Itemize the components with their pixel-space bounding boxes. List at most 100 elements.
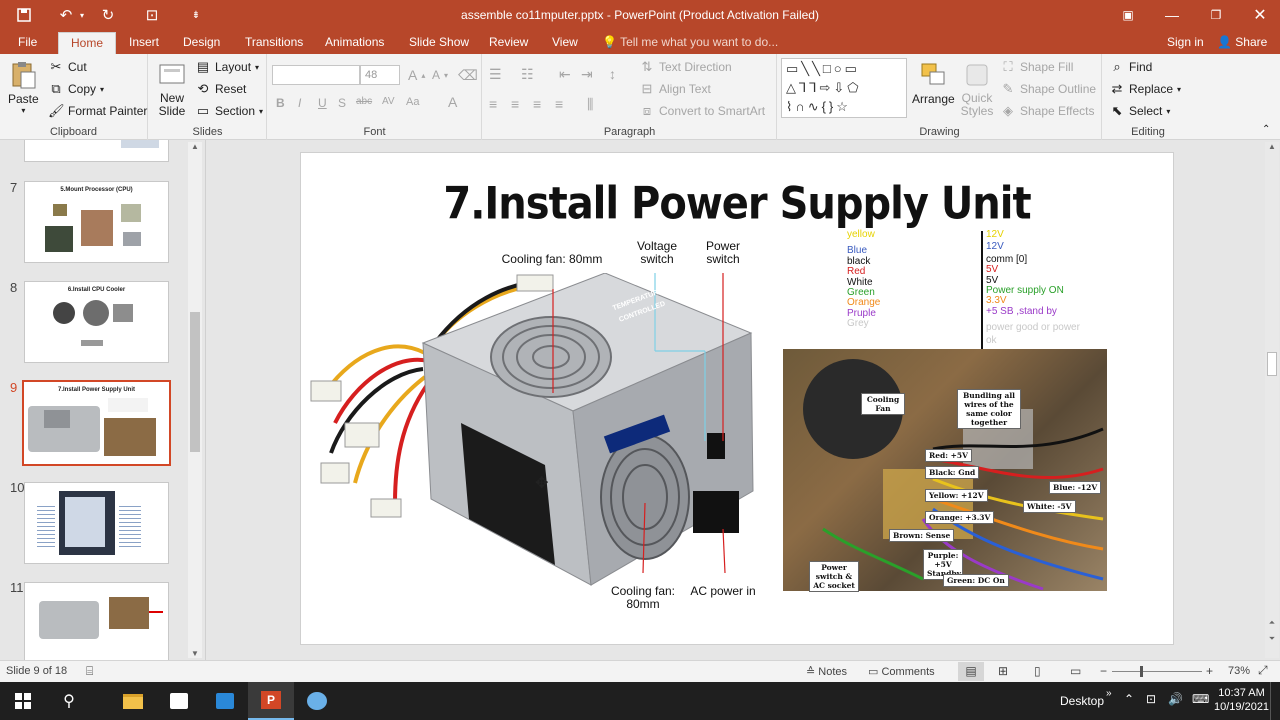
increase-font-size-icon[interactable]: A ▴ <box>408 67 425 83</box>
power-switch-label[interactable]: Power switch <box>699 240 747 266</box>
spell-check-icon[interactable]: ⌸ <box>86 664 93 679</box>
replace-button[interactable]: ⇄ Replace ▾ <box>1109 81 1182 97</box>
shape-outline-button[interactable]: ✎ Shape Outline <box>1000 81 1097 97</box>
slide-thumbnail-7[interactable]: 5.Mount Processor (CPU) <box>24 181 169 263</box>
scrollbar-thumb[interactable] <box>1267 352 1277 376</box>
slide-thumbnail-6[interactable] <box>24 140 169 162</box>
slide-thumbnail-11[interactable] <box>24 582 169 664</box>
tab-review[interactable]: Review <box>489 35 528 49</box>
decrease-indent-icon[interactable]: ⇤ <box>559 66 571 83</box>
slide-thumbnail-8[interactable]: 6.Install CPU Cooler <box>24 281 169 363</box>
zoom-slider-thumb[interactable] <box>1140 666 1143 677</box>
cooling-fan-bottom-label[interactable]: Cooling fan: 80mm <box>605 585 681 611</box>
quick-styles-button[interactable]: Quick Styles <box>960 60 994 118</box>
line-spacing-icon[interactable]: ↕ <box>609 66 616 82</box>
share-button[interactable]: 👤 Share <box>1217 35 1267 49</box>
slide-thumbnail-9-selected[interactable]: 7.Install Power Supply Unit <box>22 380 171 466</box>
slide-thumbnail-10[interactable] <box>24 482 169 564</box>
voltage-switch-label[interactable]: Voltage switch <box>631 240 683 266</box>
format-painter-button[interactable]: 🖌 Format Painter <box>48 103 147 119</box>
section-button[interactable]: ▭ Section ▾ <box>195 103 263 119</box>
cut-button[interactable]: ✂ Cut <box>48 59 87 75</box>
minimize-button[interactable]: — <box>1150 0 1194 30</box>
slideshow-view-icon[interactable]: ▭ <box>1070 664 1081 678</box>
align-text-button[interactable]: ⊟ Align Text <box>639 81 711 97</box>
new-slide-button[interactable]: New Slide <box>155 60 189 118</box>
fit-slide-icon[interactable]: ⤢ <box>1258 663 1268 678</box>
normal-view-icon[interactable]: ▤ <box>958 662 984 681</box>
zoom-in-icon[interactable]: + <box>1206 664 1213 678</box>
reset-button[interactable]: ⟲ Reset <box>195 81 247 97</box>
start-button[interactable] <box>0 682 46 720</box>
notes-button[interactable]: ≙ Notes <box>806 665 847 678</box>
increase-indent-icon[interactable]: ⇥ <box>581 66 593 83</box>
toolbar-expand-icon[interactable]: » <box>1106 688 1112 699</box>
tab-file[interactable]: File <box>18 35 37 49</box>
show-desktop-button[interactable] <box>1270 682 1274 720</box>
tab-animations[interactable]: Animations <box>325 35 384 49</box>
zoom-out-icon[interactable]: − <box>1100 664 1107 678</box>
tab-insert[interactable]: Insert <box>129 35 159 49</box>
previous-slide-icon[interactable]: ⏶ <box>1265 618 1279 628</box>
ac-power-in-label[interactable]: AC power in <box>685 585 761 598</box>
network-icon[interactable]: ⊡ <box>1146 692 1156 706</box>
file-explorer-icon[interactable] <box>110 682 156 720</box>
next-slide-icon[interactable]: ⏷ <box>1265 634 1279 644</box>
shape-effects-button[interactable]: ◈ Shape Effects <box>1000 103 1095 119</box>
tab-view[interactable]: View <box>552 35 578 49</box>
convert-smartart-button[interactable]: ⧈ Convert to SmartArt <box>639 103 765 119</box>
slide-scrollbar[interactable]: ▲ ⏶ ⏷ <box>1265 142 1279 658</box>
tab-design[interactable]: Design <box>183 35 220 49</box>
change-case-icon[interactable]: Aa <box>406 96 419 108</box>
search-icon[interactable]: ⚲ <box>46 682 92 720</box>
shape-fill-button[interactable]: ⛶ Shape Fill <box>1000 59 1073 75</box>
current-slide[interactable]: 7.Install Power Supply Unit TEMPERATURE … <box>300 152 1174 645</box>
zoom-slider[interactable] <box>1112 671 1202 672</box>
paint-icon[interactable] <box>294 682 340 720</box>
tab-transitions[interactable]: Transitions <box>245 35 303 49</box>
bullets-icon[interactable]: ☰ <box>489 66 502 83</box>
align-center-icon[interactable]: ≡ <box>511 96 519 112</box>
font-color-icon[interactable]: A <box>448 94 457 110</box>
select-button[interactable]: ⬉ Select ▾ <box>1109 103 1171 119</box>
scroll-up-icon[interactable]: ▲ <box>1265 142 1279 151</box>
slide-title[interactable]: 7.Install Power Supply Unit <box>301 178 1173 230</box>
clock[interactable]: 10:37 AM 10/19/2021 <box>1214 686 1269 714</box>
layout-button[interactable]: ▤ Layout ▾ <box>195 59 259 75</box>
columns-icon[interactable]: ⫼ <box>587 96 593 113</box>
text-shadow-icon[interactable]: S <box>338 96 346 110</box>
desktop-toolbar-label[interactable]: Desktop <box>1060 694 1104 708</box>
text-direction-button[interactable]: ⇅ Text Direction <box>639 59 732 75</box>
shapes-gallery[interactable]: ▭╲╲□○▭ △⅂⅂⇨⇩⬠ ⌇∩∿{}☆ <box>781 58 907 118</box>
underline-icon[interactable]: U <box>318 96 327 110</box>
scroll-up-icon[interactable]: ▲ <box>188 142 202 151</box>
maximize-button[interactable]: ❐ <box>1194 0 1238 30</box>
arrange-button[interactable]: Arrange <box>912 60 955 106</box>
powerpoint-taskbar-icon[interactable]: P <box>248 682 294 720</box>
power-supply-image[interactable] <box>305 273 761 593</box>
align-left-icon[interactable]: ≡ <box>489 96 497 112</box>
zoom-level[interactable]: 73% <box>1228 665 1250 677</box>
close-button[interactable]: ✕ <box>1238 0 1280 30</box>
wire-voltage-list[interactable]: 12V 12V comm [0] 5V 5V Power supply ON 3… <box>986 229 1091 347</box>
font-size-box[interactable]: 48 <box>360 65 400 85</box>
character-spacing-icon[interactable]: AV <box>382 96 395 107</box>
justify-icon[interactable]: ≡ <box>555 96 563 112</box>
store-icon[interactable] <box>156 682 202 720</box>
volume-icon[interactable]: 🔊 <box>1168 692 1183 706</box>
tab-home[interactable]: Home <box>58 32 117 54</box>
cooling-fan-top-label[interactable]: Cooling fan: 80mm <box>497 253 607 266</box>
bold-icon[interactable]: B <box>276 96 285 110</box>
keyboard-icon[interactable]: ⌨ <box>1192 692 1209 706</box>
reading-view-icon[interactable]: ▯ <box>1034 664 1041 678</box>
font-name-box[interactable] <box>272 65 360 85</box>
numbering-icon[interactable]: ☷ <box>521 66 534 83</box>
strikethrough-icon[interactable]: abc <box>356 96 372 107</box>
ribbon-display-options-icon[interactable]: ▣ <box>1106 0 1150 30</box>
show-hidden-icons[interactable]: ⌃ <box>1124 692 1134 706</box>
decrease-font-size-icon[interactable]: A ▾ <box>432 68 448 82</box>
collapse-ribbon-icon[interactable]: ⌃ <box>1262 124 1270 135</box>
scrollbar-thumb[interactable] <box>190 312 200 452</box>
comments-button[interactable]: ▭ Comments <box>868 665 935 678</box>
media-player-icon[interactable] <box>202 682 248 720</box>
